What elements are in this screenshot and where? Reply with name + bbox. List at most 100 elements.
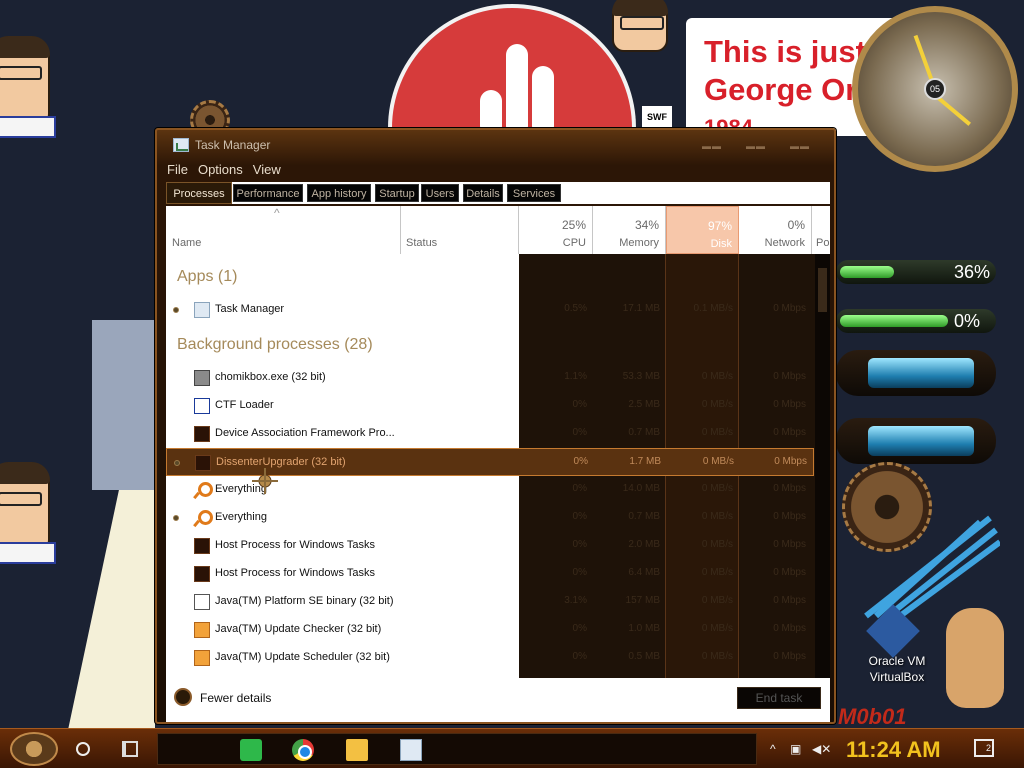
task-view-icon[interactable] — [122, 741, 138, 757]
expand-arrow-icon[interactable] — [173, 307, 179, 313]
process-row[interactable]: Host Process for Windows Tasks 0% 2.0 MB 0 … — [166, 532, 814, 560]
chrome-icon[interactable] — [292, 739, 314, 761]
column-memory[interactable]: 34% Memory — [593, 206, 666, 254]
tab-startup[interactable]: Startup — [375, 184, 419, 202]
tube-gauge-1 — [836, 350, 996, 396]
memory-value: 0.7 MB — [628, 511, 660, 522]
memory-value: 0.7 MB — [628, 427, 660, 438]
swf-badge: SWF — [642, 106, 672, 128]
expand-arrow-icon[interactable] — [174, 460, 180, 466]
process-name: Task Manager — [215, 303, 285, 315]
tab-services[interactable]: Services — [507, 184, 561, 202]
disk-value: 0 MB/s — [701, 539, 733, 550]
column-memory-label: Memory — [619, 237, 659, 249]
process-name: chomikbox.exe (32 bit) — [215, 371, 326, 383]
task-manager-window: Task Manager ▬▬ ▬▬ ▬▬ File Options View Pr… — [155, 128, 836, 724]
column-power[interactable]: Po — [812, 206, 830, 254]
disk-value: 0 MB/s — [701, 511, 733, 522]
expand-arrow-icon[interactable] — [173, 515, 179, 521]
column-network-percent: 0% — [787, 218, 805, 232]
title-bar[interactable]: Task Manager ▬▬ ▬▬ ▬▬ — [157, 130, 834, 160]
tab-strip: Processes Performance App history Startu… — [166, 182, 830, 204]
cpu-value: 0% — [572, 427, 587, 438]
blue-rods-decoration — [864, 515, 1000, 619]
virtualbox-label-line1[interactable]: Oracle VM — [862, 654, 932, 668]
volume-muted-icon[interactable]: ◀✕ — [812, 742, 831, 756]
memory-meter-label: 0% — [954, 311, 981, 331]
column-status-label: Status — [406, 237, 438, 249]
footer-bar: Fewer details End task — [166, 678, 830, 722]
tab-details[interactable]: Details — [463, 184, 503, 202]
vertical-scroll-thumb[interactable] — [818, 268, 827, 312]
process-name: Java(TM) Update Scheduler (32 bit) — [215, 651, 390, 663]
column-disk[interactable]: 97% Disk — [666, 206, 739, 254]
disk-value: 0 MB/s — [702, 456, 734, 467]
process-icon — [195, 455, 211, 471]
process-row[interactable]: Java(TM) Update Scheduler (32 bit) 0% 0.5 … — [166, 644, 814, 672]
process-name: Host Process for Windows Tasks — [215, 567, 375, 579]
column-memory-percent: 34% — [634, 218, 659, 232]
process-name: Device Association Framework Pro... — [215, 427, 395, 439]
light-wedge — [68, 320, 158, 730]
network-icon[interactable]: ▣ — [790, 742, 804, 756]
menu-file[interactable]: File — [167, 162, 188, 177]
process-row[interactable]: Java(TM) Update Checker (32 bit) 0% 1.0 MB… — [166, 616, 814, 644]
process-row[interactable]: Everything 0% 0.7 MB 0 MB/s 0 Mbps — [166, 504, 814, 532]
fewer-details-link[interactable]: Fewer details — [200, 691, 271, 705]
cpu-value: 1.1% — [564, 371, 587, 382]
task-manager-taskbar-icon[interactable] — [400, 739, 422, 761]
cpu-value: 0% — [572, 539, 587, 550]
memory-value: 17.1 MB — [622, 303, 660, 314]
taskbar-clock[interactable]: 11:24 AM — [846, 737, 941, 763]
cpu-meter-label: 36% — [954, 262, 991, 282]
tab-users[interactable]: Users — [421, 184, 459, 202]
column-status[interactable]: Status — [401, 206, 519, 254]
group-background-heading: Background processes (28) — [177, 336, 373, 353]
minimize-button[interactable]: ▬▬ — [697, 141, 727, 151]
sticky-notes-icon[interactable] — [240, 739, 262, 761]
process-icon — [194, 594, 210, 610]
tab-app-history[interactable]: App history — [307, 184, 371, 202]
column-name[interactable]: ^ Name — [166, 206, 401, 254]
column-cpu[interactable]: 25% CPU — [519, 206, 593, 254]
process-row[interactable]: chomikbox.exe (32 bit) 1.1% 53.3 MB 0 MB/s 0… — [166, 364, 814, 392]
column-network-label: Network — [764, 237, 805, 249]
column-network[interactable]: 0% Network — [739, 206, 812, 254]
clock-center-label: 05 — [924, 78, 946, 100]
process-row[interactable]: Host Process for Windows Tasks 0% 6.4 MB 0 … — [166, 560, 814, 588]
close-button[interactable]: ▬▬ — [785, 141, 815, 151]
process-row[interactable]: Device Association Framework Pro... 0% 0.7… — [166, 420, 814, 448]
network-value: 0 Mbps — [773, 399, 806, 410]
disk-value: 0 MB/s — [701, 399, 733, 410]
notifications-icon[interactable]: 2 — [974, 739, 994, 757]
tab-performance[interactable]: Performance — [233, 184, 303, 202]
maximize-button[interactable]: ▬▬ — [741, 141, 771, 151]
cortana-search-icon[interactable] — [76, 742, 90, 756]
process-icon — [194, 398, 210, 414]
start-button[interactable] — [10, 732, 58, 766]
speech-line-1: This is just — [704, 34, 866, 69]
network-value: 0 Mbps — [773, 427, 806, 438]
process-row[interactable]: Task Manager 0.5% 17.1 MB 0.1 MB/s 0 Mbps — [166, 296, 814, 324]
file-explorer-icon[interactable] — [346, 739, 368, 761]
network-value: 0 Mbps — [773, 371, 806, 382]
group-apps-heading: Apps (1) — [177, 268, 238, 285]
process-row[interactable]: Java(TM) Platform SE binary (32 bit) 3.1%… — [166, 588, 814, 616]
menu-view[interactable]: View — [253, 162, 281, 177]
process-icon — [194, 482, 213, 498]
steampunk-clock-widget: 05 — [852, 6, 1018, 172]
chevron-up-icon[interactable]: ^ — [770, 742, 784, 756]
end-task-button[interactable]: End task — [737, 687, 821, 709]
collapse-chevron-icon[interactable] — [174, 688, 192, 706]
disk-value: 0 MB/s — [701, 651, 733, 662]
process-name: Everything — [215, 511, 267, 523]
virtualbox-label-line2[interactable]: VirtualBox — [862, 670, 932, 684]
process-row[interactable]: CTF Loader 0% 2.5 MB 0 MB/s 0 Mbps — [166, 392, 814, 420]
column-cpu-label: CPU — [562, 237, 586, 249]
menu-options[interactable]: Options — [198, 162, 243, 177]
cpu-value: 0% — [572, 623, 587, 634]
vertical-scrollbar[interactable] — [815, 254, 830, 706]
cartoon-character-topleft — [0, 36, 56, 138]
tab-processes[interactable]: Processes — [166, 182, 232, 204]
process-icon — [194, 622, 210, 638]
